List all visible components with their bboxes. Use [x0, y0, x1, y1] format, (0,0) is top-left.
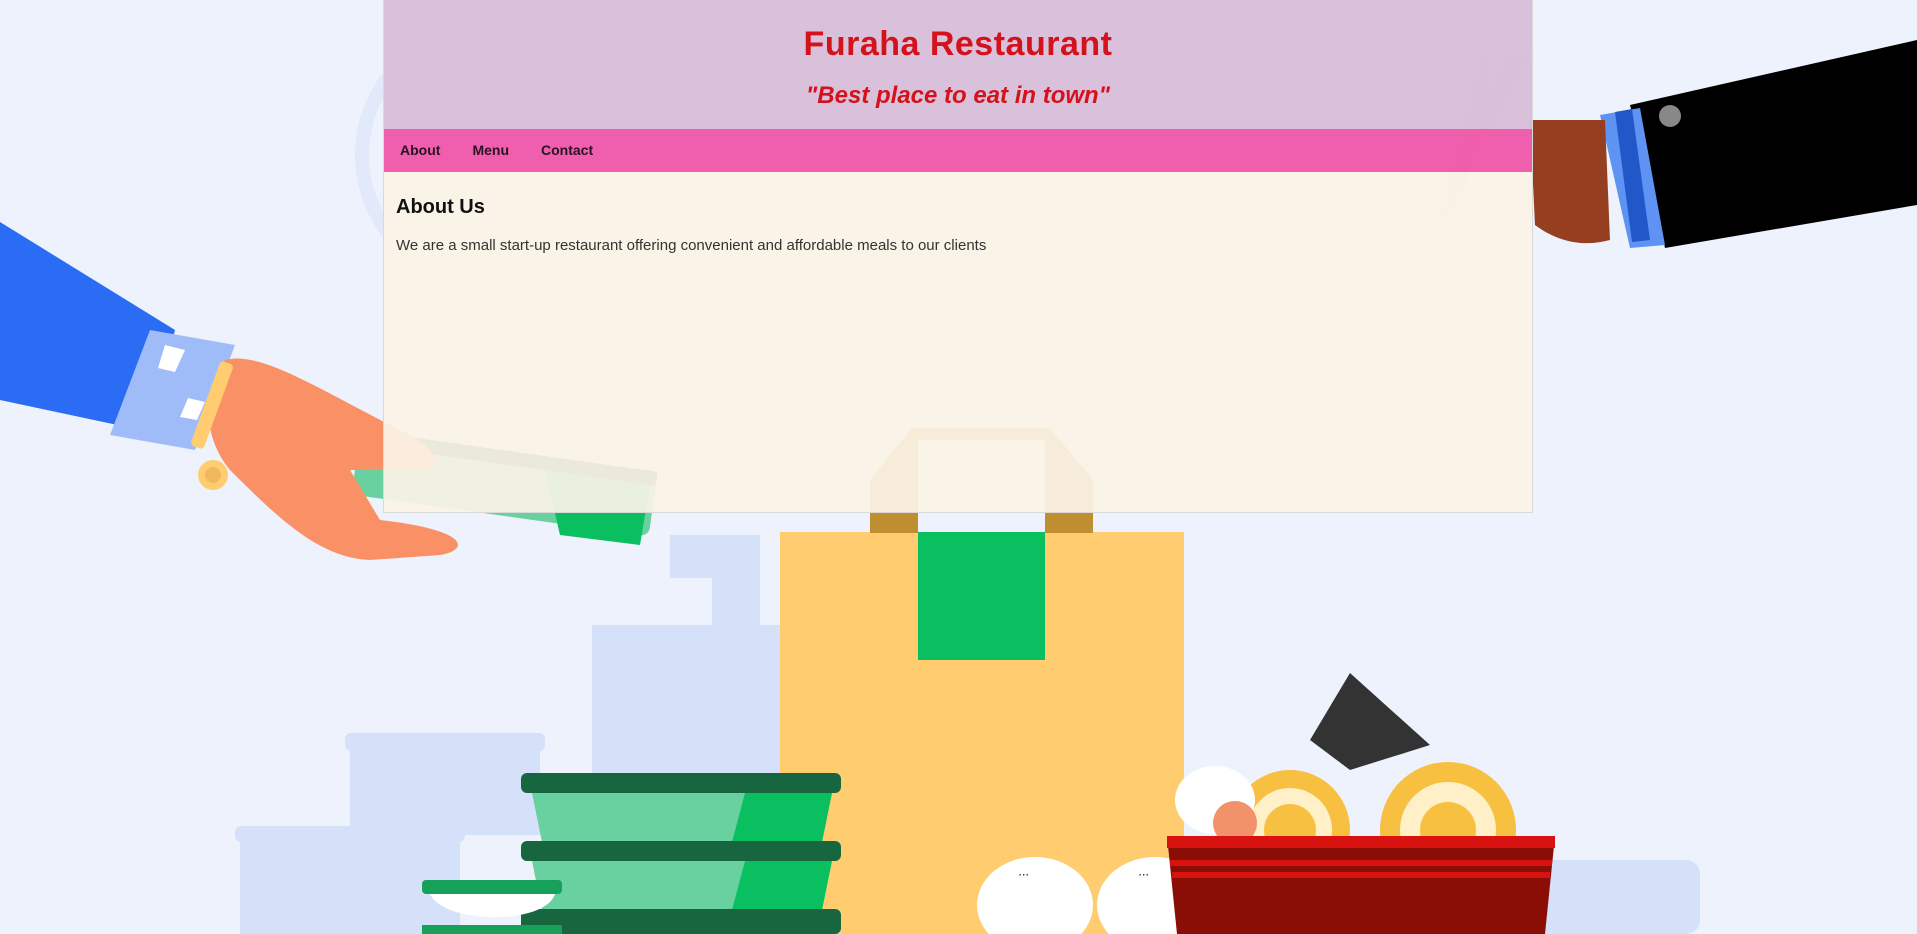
site-header: Furaha Restaurant "Best place to eat in … [384, 0, 1532, 129]
noodle-bowl [1167, 673, 1555, 934]
nav-link-about[interactable]: About [384, 129, 456, 172]
about-heading: About Us [396, 196, 485, 218]
site-tagline: "Best place to eat in town" [805, 82, 1111, 109]
svg-text:ᐧᐧᐧ: ᐧᐧᐧ [1018, 868, 1029, 884]
about-text: We are a small start-up restaurant offer… [396, 237, 987, 254]
svg-text:ᐧᐧᐧ: ᐧᐧᐧ [1138, 868, 1149, 884]
site-title: Furaha Restaurant [803, 25, 1113, 63]
page-container: Furaha Restaurant "Best place to eat in … [383, 0, 1533, 513]
main-content: About Us We are a small start-up restaur… [384, 172, 1532, 512]
nav-link-contact[interactable]: Contact [525, 129, 609, 172]
navbar: About Menu Contact [384, 129, 1532, 172]
nav-link-menu[interactable]: Menu [456, 129, 525, 172]
